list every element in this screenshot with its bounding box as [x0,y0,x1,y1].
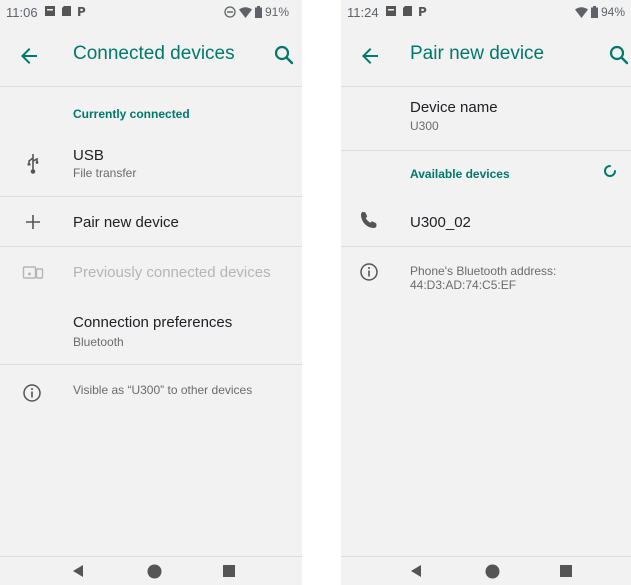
battery-percent: 91% [265,5,290,19]
previously-connected-label: Previously connected devices [73,264,271,281]
page-title: Pair new device [410,43,545,64]
nav-recents-icon[interactable] [559,564,573,578]
parking-icon: P [77,5,86,17]
parking-icon: P [418,5,427,17]
bt-address-label: Phone's Bluetooth address: [410,264,557,278]
search-icon[interactable] [272,43,296,67]
device-name-value: U300 [410,119,439,133]
app-bar: Connected devices [0,24,302,87]
status-time: 11:24 [347,5,379,20]
status-time: 11:06 [6,5,38,20]
notification-icons: P [44,5,87,17]
visible-as-text: Visible as “U300” to other devices [73,383,253,397]
usb-title: USB [73,147,104,164]
nav-back-icon[interactable] [71,564,85,578]
nav-back-icon[interactable] [409,564,423,578]
info-icon [360,263,378,281]
screen: 11:06 P 91% Connected devices Currently … [0,0,302,556]
app-bar: Pair new device [341,24,631,87]
devices-icon [22,266,44,279]
plus-icon [26,215,40,229]
sd-card-icon [62,6,71,16]
notification-icons: P [385,5,428,17]
svg-text:P: P [77,5,86,17]
divider [341,246,631,247]
battery-icon [591,6,598,18]
nav-home-icon[interactable] [485,564,500,579]
phone-screen-pair-new-device: 11:24 P 94% Pair new device Device name … [341,0,631,585]
svg-text:P: P [418,5,427,17]
navigation-bar [0,556,302,585]
divider [0,364,302,365]
divider [0,196,302,197]
scanning-spinner-icon [604,165,616,177]
back-arrow-icon[interactable] [358,44,382,68]
pair-new-device-label: Pair new device [73,214,179,231]
nav-recents-icon[interactable] [222,564,236,578]
wifi-icon [239,6,252,18]
wifi-icon [575,6,588,18]
divider [341,150,631,151]
sd-card-icon [403,6,412,16]
connection-preferences-subtitle: Bluetooth [73,335,124,349]
search-icon[interactable] [607,43,631,67]
image-notification-icon [45,6,55,16]
status-right-icons: 94% [575,5,625,19]
image-notification-icon [386,6,396,16]
section-header-currently-connected: Currently connected [73,107,190,121]
battery-percent: 94% [601,5,626,19]
device-name-title: Device name [410,99,498,116]
battery-icon [255,6,262,18]
bt-address-value: 44:D3:AD:74:C5:EF [410,278,517,292]
phone-icon [361,212,377,228]
navigation-bar [341,556,631,585]
usb-subtitle: File transfer [73,166,137,180]
section-header-available-devices: Available devices [410,167,510,181]
nav-home-icon[interactable] [147,564,162,579]
back-arrow-icon[interactable] [17,44,41,68]
status-bar: 11:24 P 94% [341,0,631,24]
info-icon [23,384,41,402]
device-name-label: U300_02 [410,214,471,231]
screen: 11:24 P 94% Pair new device Device name … [341,0,631,556]
usb-icon [27,154,39,174]
divider [0,246,302,247]
connection-preferences-title: Connection preferences [73,314,233,331]
status-right-icons: 91% [224,5,289,19]
status-bar: 11:06 P 91% [0,0,302,24]
do-not-disturb-icon [224,6,236,18]
page-title: Connected devices [73,43,235,64]
phone-screen-connected-devices: 11:06 P 91% Connected devices Currently … [0,0,302,585]
